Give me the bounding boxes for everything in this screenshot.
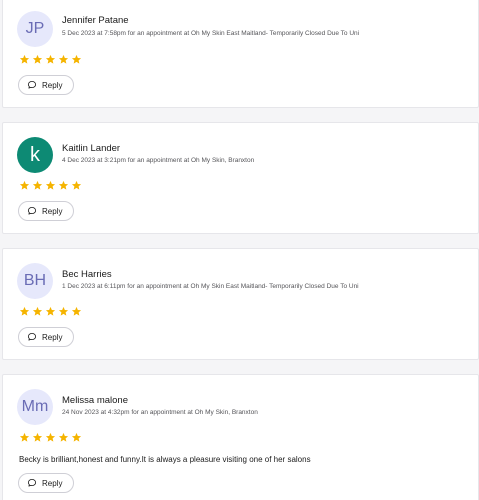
reviewer-name: Kaitlin Lander — [62, 143, 121, 154]
review-text: Becky is brilliant,honest and funny.It i… — [19, 455, 311, 464]
avatar: k — [17, 137, 53, 173]
star-icon — [58, 54, 69, 64]
review-meta: 5 Dec 2023 at 7:58pm for an appointment … — [62, 30, 360, 37]
reply-button-label: Reply — [42, 332, 63, 342]
star-icon — [19, 306, 30, 316]
star-icon — [45, 306, 56, 316]
star-icon — [45, 54, 56, 64]
reply-button[interactable]: Reply — [18, 473, 74, 493]
review-card: k Kaitlin Lander 4 Dec 2023 at 3:21pm fo… — [2, 122, 479, 234]
avatar: Mm — [17, 389, 53, 425]
star-rating — [19, 54, 82, 65]
reviewer-name: Bec Harries — [62, 269, 112, 280]
reviews-page: JP Jennifer Patane 5 Dec 2023 at 7:58pm … — [0, 0, 479, 500]
star-icon — [32, 306, 43, 316]
star-rating — [19, 180, 82, 191]
star-icon — [32, 432, 43, 442]
reply-button[interactable]: Reply — [18, 327, 74, 347]
reviewer-name: Melissa malone — [62, 395, 128, 406]
speech-bubble-icon — [27, 478, 37, 487]
star-icon — [45, 432, 56, 442]
star-icon — [32, 54, 43, 64]
star-icon — [19, 180, 30, 190]
speech-bubble-icon — [27, 80, 37, 89]
speech-bubble-icon — [27, 206, 37, 215]
star-icon — [71, 180, 82, 190]
speech-bubble-icon — [27, 332, 37, 341]
review-card: Mm Melissa malone 24 Nov 2023 at 4:32pm … — [2, 374, 479, 500]
reply-button-label: Reply — [42, 478, 63, 488]
star-icon — [19, 54, 30, 64]
review-card: JP Jennifer Patane 5 Dec 2023 at 7:58pm … — [2, 0, 479, 108]
star-icon — [32, 180, 43, 190]
reviewer-name: Jennifer Patane — [62, 15, 129, 26]
star-rating — [19, 432, 82, 443]
star-icon — [58, 432, 69, 442]
star-icon — [71, 306, 82, 316]
star-rating — [19, 306, 82, 317]
reply-button-label: Reply — [42, 206, 63, 216]
avatar: BH — [17, 263, 53, 299]
reply-button-label: Reply — [42, 80, 63, 90]
reply-button[interactable]: Reply — [18, 75, 74, 95]
star-icon — [19, 432, 30, 442]
review-meta: 24 Nov 2023 at 4:32pm for an appointment… — [62, 409, 258, 416]
avatar: JP — [17, 11, 53, 47]
review-meta: 1 Dec 2023 at 6:11pm for an appointment … — [62, 283, 359, 290]
star-icon — [58, 180, 69, 190]
star-icon — [45, 180, 56, 190]
review-meta: 4 Dec 2023 at 3:21pm for an appointment … — [62, 157, 255, 164]
star-icon — [71, 432, 82, 442]
reply-button[interactable]: Reply — [18, 201, 74, 221]
star-icon — [71, 54, 82, 64]
review-card: BH Bec Harries 1 Dec 2023 at 6:11pm for … — [2, 248, 479, 360]
star-icon — [58, 306, 69, 316]
